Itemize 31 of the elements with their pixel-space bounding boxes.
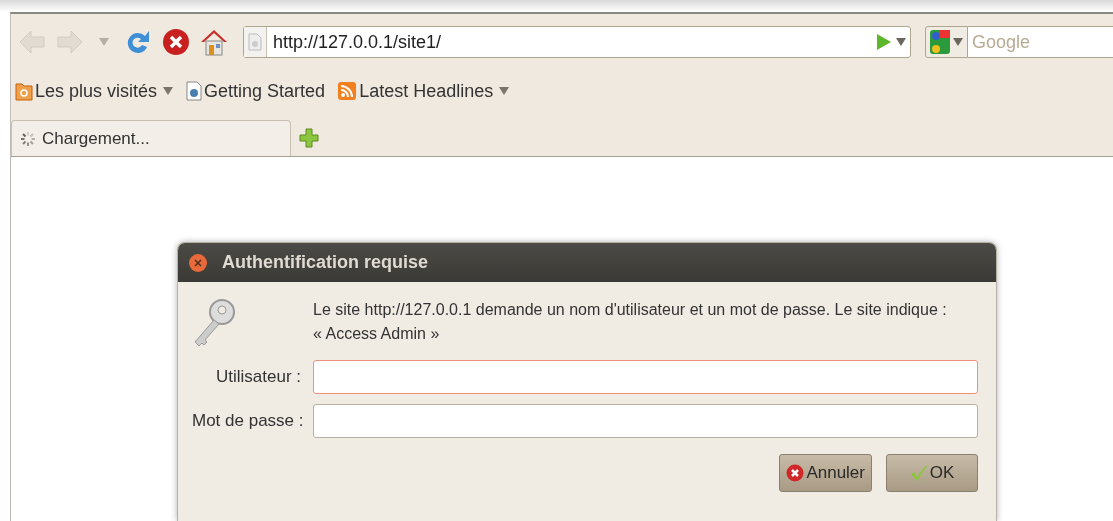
folder-icon	[15, 81, 33, 101]
dialog-title: Authentification requise	[222, 252, 428, 273]
field-label: Mot de passe :	[192, 411, 301, 431]
tab[interactable]: Chargement...	[11, 120, 291, 156]
ok-button[interactable]: OK	[886, 454, 978, 492]
feed-icon	[337, 81, 358, 101]
search-field[interactable]: Google	[968, 26, 1113, 58]
url-text: http://127.0.0.1/site1/	[272, 31, 443, 53]
stop-icon[interactable]	[161, 27, 191, 57]
page-icon	[186, 81, 203, 101]
home-icon[interactable]	[199, 27, 229, 57]
caret-icon	[953, 38, 963, 46]
search-engine-icon	[930, 30, 950, 54]
bookmark[interactable]: Les plus visités	[15, 80, 175, 102]
search-engine-button[interactable]	[925, 26, 968, 58]
go-icon[interactable]	[876, 33, 892, 51]
plus-icon[interactable]	[299, 128, 319, 148]
spinner-icon	[20, 130, 36, 147]
page-icon	[248, 33, 262, 51]
caret-icon[interactable]	[896, 38, 906, 46]
input-field[interactable]	[313, 360, 978, 394]
check-icon	[909, 464, 928, 482]
cancel-icon	[786, 464, 805, 482]
close-icon[interactable]	[188, 252, 208, 273]
bookmark[interactable]: Latest Headlines	[337, 80, 511, 102]
bookmark[interactable]: Getting Started	[186, 80, 326, 102]
input-field[interactable]	[313, 404, 978, 438]
address-bar[interactable]: http://127.0.0.1/site1/	[243, 26, 911, 58]
field-label: Utilisateur :	[214, 367, 301, 387]
dialog-message: Le site http://127.0.0.1 demande un nom d'utilisateur et un mot de passe. Le site indique : « Access Admin »	[313, 300, 948, 344]
cancel-button[interactable]: Annuler	[779, 454, 872, 492]
